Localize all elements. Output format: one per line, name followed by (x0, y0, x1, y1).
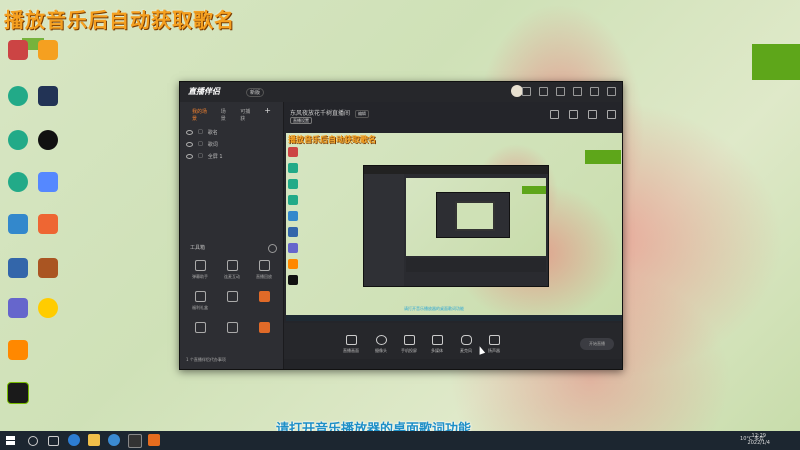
tool-item[interactable] (248, 322, 280, 336)
version-badge[interactable]: 新版 (246, 88, 265, 97)
monitor-icon (345, 335, 357, 345)
sub-header: 直播设置 (290, 117, 316, 124)
tool-item[interactable]: 福利礼盒 (184, 291, 216, 311)
desktop-icon[interactable] (2, 258, 34, 280)
tab-scenes[interactable]: 场景 (221, 108, 230, 122)
live-companion-window: 直播伴侣 新版 我的场景 场景 可捕获 + □ 歌名 □ 歌词 □ 全屏 1 工具箱 … (179, 81, 623, 370)
toolbox-label: 工具箱 (190, 245, 206, 251)
desktop-icon[interactable] (2, 40, 34, 62)
live-settings-button[interactable]: 直播设置 (290, 117, 312, 124)
toolbox-more-icon[interactable] (268, 244, 277, 253)
tool-item[interactable] (184, 322, 216, 336)
app-logo: 直播伴侣 (188, 87, 220, 96)
preview-overlay-title: 播放音乐后自动获取歌名 (288, 135, 376, 144)
lock-icon[interactable]: □ (198, 129, 203, 135)
desktop-icon[interactable] (32, 40, 64, 62)
tool-item[interactable]: 连麦互动 (216, 260, 248, 280)
camera-icon (375, 335, 387, 345)
play-icon (431, 335, 443, 345)
desktop-icon[interactable] (2, 298, 34, 320)
left-panel: 我的场景 场景 可捕获 + □ 歌名 □ 歌词 □ 全屏 1 工具箱 弹幕助手 连麦互… (180, 102, 284, 369)
desktop-icon[interactable] (2, 382, 34, 406)
settings-icon[interactable] (539, 87, 548, 96)
preview-canvas[interactable]: 播放音乐后自动获取歌名 请打开音乐播放器的桌面歌词功能 (286, 133, 622, 321)
record-icon[interactable] (588, 110, 597, 119)
maximize-icon[interactable] (590, 87, 599, 96)
desktop-icon[interactable] (32, 258, 64, 280)
tool-item[interactable]: 直播回放 (248, 260, 280, 280)
tab-capture[interactable]: 可捕获 (240, 108, 254, 122)
live-companion-taskbar-icon[interactable] (128, 434, 142, 448)
desktop-icon[interactable] (2, 340, 34, 362)
desktop-icon[interactable] (32, 298, 64, 320)
app-taskbar-icon[interactable] (148, 434, 160, 446)
tab-my-scenes[interactable]: 我的场景 (192, 108, 211, 122)
preview-desktop-icons (288, 147, 302, 291)
windows-taskbar: 10°C 多云 12:29 2022/1/4 (0, 431, 800, 450)
edge-icon[interactable] (68, 434, 80, 446)
desktop-icon[interactable] (2, 172, 34, 194)
scene-item[interactable]: □ 全屏 1 (180, 150, 283, 162)
windows-start-icon[interactable] (6, 436, 15, 445)
grid-icon[interactable] (569, 110, 578, 119)
eye-icon[interactable] (186, 129, 193, 135)
preview-green-block (585, 150, 621, 164)
share-icon[interactable] (607, 110, 616, 119)
preview-taskbar (286, 315, 622, 321)
preview-subtitle: 请打开音乐播放器的桌面歌词功能 (404, 306, 464, 311)
close-icon[interactable] (607, 87, 616, 96)
tool-item[interactable] (216, 291, 248, 311)
lock-icon[interactable]: □ (198, 141, 203, 147)
lock-icon[interactable]: □ (198, 153, 203, 159)
task-view-icon[interactable] (48, 436, 59, 446)
scene-item[interactable]: □ 歌词 (180, 138, 283, 150)
media-button[interactable]: 多媒体 (424, 335, 450, 354)
desktop-icon[interactable] (32, 130, 64, 152)
browser-icon[interactable] (108, 434, 120, 446)
tool-item[interactable]: 弹幕助手 (184, 260, 216, 280)
desktop-icon[interactable] (2, 214, 34, 236)
screen-capture-button[interactable]: 直播画面 (338, 335, 364, 354)
scene-name: 东风夜放花千树直播间 (290, 110, 351, 117)
overlay-title: 播放音乐后自动获取歌名 (4, 8, 235, 32)
microphone-icon (460, 335, 472, 345)
start-live-button[interactable]: 开始直播 (580, 338, 614, 350)
menu-icon[interactable] (556, 87, 565, 96)
desktop-icon[interactable] (32, 214, 64, 236)
microphone-button[interactable]: 麦克风 (453, 335, 479, 354)
phone-cast-button[interactable]: 手机投屏 (396, 335, 422, 354)
toolbox-grid: 弹幕助手 连麦互动 直播回放 福利礼盒 (184, 260, 280, 336)
message-icon[interactable] (522, 87, 531, 96)
search-icon[interactable] (28, 436, 38, 446)
scene-item[interactable]: □ 歌名 (180, 126, 283, 138)
main-area: 东风夜放花千树直播间 编辑 直播设置 播放音乐后自动获取歌名 请打开音乐播放器的… (284, 102, 622, 369)
edit-scene-button[interactable]: 编辑 (354, 110, 369, 118)
green-block (752, 44, 800, 80)
phone-icon (403, 335, 415, 345)
camera-button[interactable]: 摄像头 (368, 335, 394, 354)
eye-icon[interactable] (186, 153, 193, 159)
minimize-icon[interactable] (573, 87, 582, 96)
add-scene-icon[interactable]: + (264, 107, 271, 122)
desktop-icon[interactable] (32, 172, 64, 194)
file-explorer-icon[interactable] (88, 434, 100, 446)
desktop-icon[interactable] (2, 86, 34, 108)
tool-item[interactable] (216, 322, 248, 336)
eye-icon[interactable] (186, 141, 193, 147)
preview-nested-window (363, 165, 549, 287)
clock[interactable]: 12:29 2022/1/4 (748, 433, 770, 447)
desktop-icon[interactable] (2, 130, 34, 152)
pending-tasks-link[interactable]: 1 个直播伴侣代办事项 (186, 357, 226, 363)
tool-item[interactable] (248, 291, 280, 311)
app-titlebar: 直播伴侣 新版 (180, 82, 622, 102)
status-bar (284, 359, 622, 369)
layout-icon[interactable] (550, 110, 559, 119)
desktop-icon[interactable] (32, 86, 64, 108)
speaker-icon (488, 335, 500, 345)
